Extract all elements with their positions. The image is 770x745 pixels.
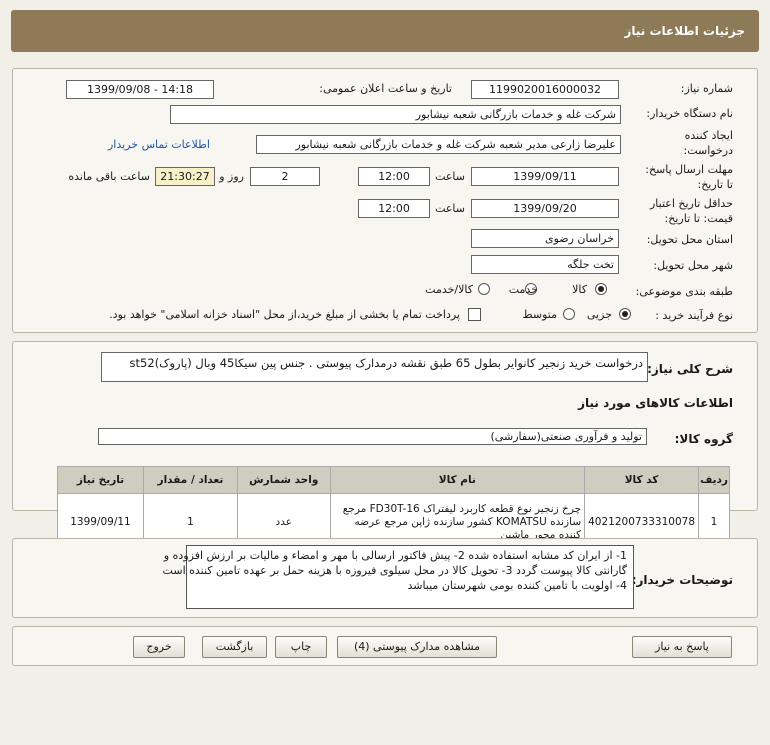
exit-button[interactable]: خروج [133, 636, 185, 658]
creator-label-text: ایجاد کننده درخواست: [683, 129, 733, 157]
summary-label: شرح کلی نیاز: [647, 362, 733, 376]
announce-label: تاریخ و ساعت اعلان عمومی: [319, 82, 452, 95]
buyer-contact-link[interactable]: اطلاعات تماس خریدار [108, 138, 210, 151]
creator-label: ایجاد کننده درخواست: [643, 128, 733, 158]
col-qty: تعداد / مقدار [142, 466, 238, 494]
validity-date-field: 1399/09/20 [471, 199, 619, 218]
province-label: استان محل تحویل: [646, 233, 733, 246]
col-name: نام کالا [329, 466, 586, 494]
buyer-notes-label: توضیحات خریدار: [631, 573, 733, 587]
creator-field: علیرضا زارعی مدیر شعبه شرکت غله و خدمات … [256, 135, 621, 154]
remaining-label: ساعت باقی مانده [68, 170, 150, 183]
process-option-minor: جزیی [586, 308, 612, 321]
view-attachments-button[interactable]: مشاهده مدارک پیوستی (4) [337, 636, 497, 658]
category-radio-goods-service[interactable] [478, 283, 490, 295]
remaining-time-field: 21:30:27 [155, 167, 215, 186]
print-button[interactable]: چاپ [275, 636, 327, 658]
process-radio-medium[interactable] [563, 308, 575, 320]
buyer-note-line-2: گارانتی کالا پیوست گردد 3- تحویل کالا در… [162, 564, 627, 577]
reply-time-field: 12:00 [358, 167, 430, 186]
goods-group-field: تولید و فرآوری صنعتی(سفارشی) [98, 428, 647, 445]
city-field: تخت جلگه [471, 255, 619, 274]
goods-section-title: اطلاعات کالاهای مورد نیاز [578, 396, 733, 410]
buyer-org-field: شرکت غله و خدمات بازرگانی شعبه نیشابور [170, 105, 621, 124]
col-row: ردیف [698, 466, 730, 494]
validity-time-label: ساعت [435, 202, 465, 215]
page-header: جزئیات اطلاعات نیاز [11, 10, 759, 52]
process-radio-minor[interactable] [619, 308, 631, 320]
buyer-note-line-1: 1- از ایران کد مشابه استفاده شده 2- پیش … [163, 549, 627, 562]
col-date: تاریخ نیاز [57, 466, 144, 494]
summary-field: درخواست خرید زنجیر کانوایر بطول 65 طبق ن… [101, 352, 648, 382]
category-option-goods: کالا [572, 283, 587, 296]
city-label: شهر محل تحویل: [653, 259, 733, 272]
process-option-medium: متوسط [522, 308, 557, 321]
validity-label: حداقل تاریخ اعتبار قیمت: تا تاریخ: [643, 196, 733, 226]
page-title: جزئیات اطلاعات نیاز [624, 24, 745, 38]
reply-date-field: 1399/09/11 [471, 167, 619, 186]
col-code: کد کالا [584, 466, 700, 494]
reply-deadline-label: مهلت ارسال پاسخ: تا تاریخ: [643, 162, 733, 192]
buyer-org-label: نام دستگاه خریدار: [646, 107, 733, 120]
validity-time-field: 12:00 [358, 199, 430, 218]
announce-field: 1399/09/08 - 14:18 [66, 80, 214, 99]
need-number-field: 1199020016000032 [471, 80, 619, 99]
province-field: خراسان رضوی [471, 229, 619, 248]
buyer-notes-box: 1- از ایران کد مشابه استفاده شده 2- پیش … [162, 545, 634, 609]
category-label: طبقه بندی موضوعی: [635, 285, 733, 298]
validity-label-text: حداقل تاریخ اعتبار قیمت: تا تاریخ: [649, 197, 733, 225]
buyer-note-line-3: 4- اولویت با تامین کننده بومی شهرستان می… [407, 579, 627, 592]
payment-note: پرداخت تمام یا بخشی از مبلغ خرید،از محل … [109, 308, 460, 321]
col-unit: واحد شمارش [236, 466, 331, 494]
days-label: روز و [219, 170, 244, 183]
category-option-service: خدمت [508, 283, 538, 296]
category-radio-goods[interactable] [595, 283, 607, 295]
reply-time-label: ساعت [435, 170, 465, 183]
process-label: نوع فرآیند خرید : [655, 309, 733, 322]
need-number-label: شماره نیاز: [680, 82, 733, 95]
goods-group-label: گروه کالا: [674, 432, 733, 446]
days-field: 2 [250, 167, 320, 186]
back-button[interactable]: بازگشت [202, 636, 267, 658]
treasury-payment-checkbox[interactable] [468, 308, 481, 321]
reply-deadline-label-text: مهلت ارسال پاسخ: تا تاریخ: [645, 163, 733, 191]
reply-button[interactable]: پاسخ به نیاز [632, 636, 732, 658]
goods-table-header: ردیف کد کالا نام کالا واحد شمارش تعداد /… [57, 466, 730, 494]
category-option-goods-service: کالا/خدمت [425, 283, 473, 296]
